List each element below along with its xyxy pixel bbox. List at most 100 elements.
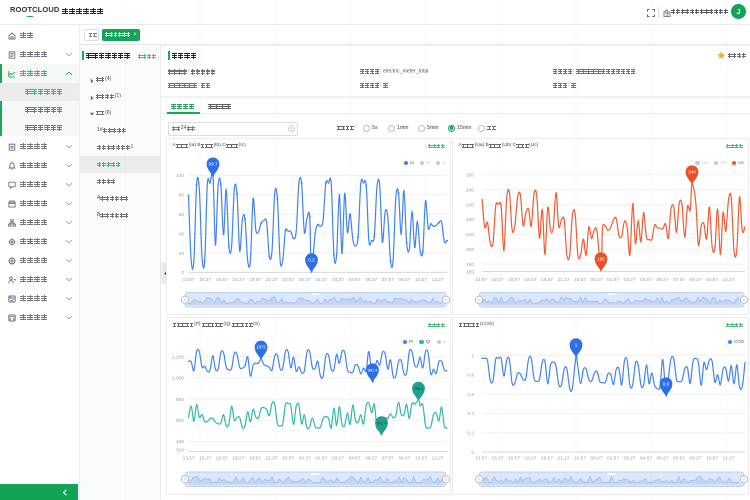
svg-text:310: 310 bbox=[176, 447, 184, 453]
svg-text:03:27: 03:27 bbox=[623, 277, 635, 283]
svg-text:22:57: 22:57 bbox=[574, 456, 586, 462]
svg-text:01:57: 01:57 bbox=[315, 456, 327, 462]
svg-text:0.8: 0.8 bbox=[467, 373, 474, 379]
svg-text:0.2: 0.2 bbox=[467, 431, 474, 437]
svg-text:981.4: 981.4 bbox=[368, 367, 379, 372]
svg-text:21:27: 21:27 bbox=[557, 456, 569, 462]
svg-text:1872: 1872 bbox=[256, 345, 266, 350]
svg-text:400: 400 bbox=[176, 439, 184, 445]
svg-text:03:27: 03:27 bbox=[332, 277, 344, 283]
svg-text:22:57: 22:57 bbox=[282, 277, 294, 283]
svg-text:04:57: 04:57 bbox=[640, 277, 652, 283]
svg-text:244: 244 bbox=[688, 169, 696, 174]
svg-text:40: 40 bbox=[179, 231, 185, 237]
svg-text:07:57: 07:57 bbox=[382, 277, 394, 283]
svg-text:01:57: 01:57 bbox=[607, 456, 619, 462]
svg-text:1: 1 bbox=[575, 342, 578, 347]
svg-text:20: 20 bbox=[179, 251, 185, 257]
svg-text:21:27: 21:27 bbox=[266, 277, 278, 283]
svg-text:07:57: 07:57 bbox=[673, 277, 685, 283]
svg-text:22:57: 22:57 bbox=[282, 456, 294, 462]
svg-text:0.6: 0.6 bbox=[663, 381, 670, 386]
svg-text:230: 230 bbox=[466, 202, 474, 208]
svg-text:0: 0 bbox=[181, 270, 184, 276]
svg-text:799.2: 799.2 bbox=[414, 386, 424, 391]
svg-text:00:27: 00:27 bbox=[299, 277, 311, 283]
svg-text:1,200: 1,200 bbox=[172, 354, 184, 360]
svg-text:04:57: 04:57 bbox=[640, 456, 652, 462]
svg-text:15:27: 15:27 bbox=[491, 277, 503, 283]
svg-text:12:27: 12:27 bbox=[432, 277, 444, 283]
svg-text:15:27: 15:27 bbox=[491, 456, 503, 462]
svg-text:502.4: 502.4 bbox=[377, 420, 388, 425]
svg-text:06:27: 06:27 bbox=[365, 277, 377, 283]
svg-text:07:57: 07:57 bbox=[382, 456, 394, 462]
svg-text:04:57: 04:57 bbox=[349, 277, 361, 283]
svg-text:10:57: 10:57 bbox=[415, 456, 427, 462]
svg-text:0.2: 0.2 bbox=[308, 257, 315, 262]
svg-text:19:57: 19:57 bbox=[541, 277, 553, 283]
svg-text:21:27: 21:27 bbox=[557, 277, 569, 283]
svg-text:0.4: 0.4 bbox=[467, 411, 474, 417]
svg-text:18:27: 18:27 bbox=[524, 277, 536, 283]
svg-text:19:57: 19:57 bbox=[249, 456, 261, 462]
svg-text:09:27: 09:27 bbox=[398, 456, 410, 462]
svg-text:00:27: 00:27 bbox=[590, 277, 602, 283]
svg-text:220: 220 bbox=[466, 217, 474, 223]
svg-text:19:57: 19:57 bbox=[249, 277, 261, 283]
svg-text:06:27: 06:27 bbox=[365, 456, 377, 462]
svg-text:16:57: 16:57 bbox=[216, 456, 228, 462]
svg-text:15:27: 15:27 bbox=[199, 277, 211, 283]
svg-text:09:27: 09:27 bbox=[689, 456, 701, 462]
svg-text:22:57: 22:57 bbox=[574, 277, 586, 283]
svg-text:19:57: 19:57 bbox=[541, 456, 553, 462]
svg-text:04:57: 04:57 bbox=[349, 456, 361, 462]
svg-text:800: 800 bbox=[176, 397, 184, 403]
svg-text:12:27: 12:27 bbox=[432, 456, 444, 462]
svg-text:13:57: 13:57 bbox=[183, 277, 195, 283]
svg-text:13:57: 13:57 bbox=[475, 277, 487, 283]
svg-text:600: 600 bbox=[176, 418, 184, 424]
svg-text:01:57: 01:57 bbox=[607, 277, 619, 283]
svg-text:80: 80 bbox=[179, 193, 185, 199]
svg-text:18:27: 18:27 bbox=[232, 456, 244, 462]
svg-text:12:27: 12:27 bbox=[722, 456, 734, 462]
svg-text:03:27: 03:27 bbox=[623, 456, 635, 462]
svg-text:185: 185 bbox=[597, 257, 605, 262]
svg-text:18:27: 18:27 bbox=[232, 277, 244, 283]
svg-text:185: 185 bbox=[466, 269, 474, 275]
svg-text:06:27: 06:27 bbox=[656, 456, 668, 462]
svg-text:100: 100 bbox=[176, 173, 184, 179]
svg-text:190: 190 bbox=[466, 262, 474, 268]
svg-text:0: 0 bbox=[471, 450, 474, 456]
svg-text:1,000: 1,000 bbox=[172, 376, 184, 382]
svg-text:1: 1 bbox=[471, 353, 474, 359]
svg-text:16:57: 16:57 bbox=[508, 456, 520, 462]
svg-text:09:27: 09:27 bbox=[398, 277, 410, 283]
svg-text:0.6: 0.6 bbox=[467, 392, 474, 398]
svg-text:09:27: 09:27 bbox=[689, 277, 701, 283]
svg-text:240: 240 bbox=[466, 187, 474, 193]
svg-text:13:57: 13:57 bbox=[183, 456, 195, 462]
svg-text:99.7: 99.7 bbox=[209, 162, 218, 167]
svg-text:60: 60 bbox=[179, 212, 185, 218]
svg-text:21:27: 21:27 bbox=[266, 456, 278, 462]
svg-text:01:57: 01:57 bbox=[315, 277, 327, 283]
svg-text:10:57: 10:57 bbox=[706, 277, 718, 283]
svg-text:07:57: 07:57 bbox=[673, 456, 685, 462]
svg-text:03:27: 03:27 bbox=[332, 456, 344, 462]
svg-text:06:27: 06:27 bbox=[656, 277, 668, 283]
svg-text:16:57: 16:57 bbox=[216, 277, 228, 283]
svg-text:13:57: 13:57 bbox=[475, 456, 487, 462]
svg-text:00:27: 00:27 bbox=[590, 456, 602, 462]
svg-text:10:57: 10:57 bbox=[415, 277, 427, 283]
svg-text:15:27: 15:27 bbox=[199, 456, 211, 462]
svg-text:10:57: 10:57 bbox=[706, 456, 718, 462]
svg-text:16:57: 16:57 bbox=[508, 277, 520, 283]
svg-text:18:27: 18:27 bbox=[524, 456, 536, 462]
svg-text:00:27: 00:27 bbox=[299, 456, 311, 462]
svg-text:12:27: 12:27 bbox=[722, 277, 734, 283]
svg-text:210: 210 bbox=[466, 232, 474, 238]
svg-text:200: 200 bbox=[466, 247, 474, 253]
svg-text:250: 250 bbox=[466, 173, 474, 179]
